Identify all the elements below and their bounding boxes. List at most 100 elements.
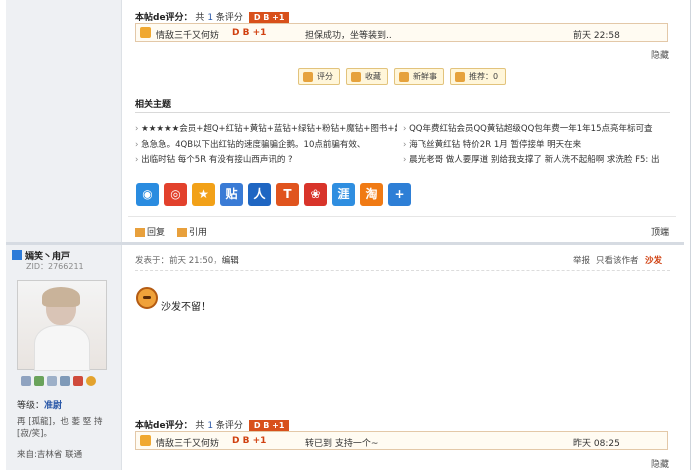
post-content: 沙发不留！ — [161, 302, 211, 313]
rater-comment: 转已到 支持一个~ — [305, 439, 379, 449]
meta-separator: ， — [213, 256, 222, 266]
collect-label: 收藏 — [365, 72, 381, 81]
user-zid: ZID：2766211 — [26, 262, 84, 271]
thumb-icon — [303, 72, 313, 82]
douban-glyph: ❀ — [310, 187, 321, 201]
renren-glyph: 人 — [253, 187, 266, 201]
weibo-share-icon[interactable]: ◎ — [164, 183, 187, 206]
rater-time: 前天 22:58 — [573, 31, 620, 41]
weibo-glyph: ◎ — [170, 187, 181, 201]
only-author-link[interactable]: 只看该作者 — [596, 254, 639, 266]
report-link[interactable]: 举报 — [573, 254, 590, 266]
rating-label: 本帖de评分： — [135, 13, 193, 23]
level-label: 等级： — [17, 401, 45, 411]
user-level: 等级：准尉 — [17, 398, 62, 411]
rating-row-top: 情敌三千又何妨 D B +1 担保成功，坐等装到.. 前天 22:58 — [135, 23, 668, 42]
post-time: 发表于：前天 21:50 — [135, 256, 214, 266]
hide-rating-link[interactable]: 隐藏 — [651, 457, 669, 470]
rating-suffix: 条评分 — [215, 421, 243, 431]
qzone-glyph: ◉ — [142, 187, 153, 201]
related-link[interactable]: QQ年费红钻会员QQ黄钻超级QQ包年费一年1年15点亮年标可査 — [403, 122, 668, 134]
huijia-share-icon[interactable]: 涯 — [332, 183, 355, 206]
more-share-icon[interactable]: + — [388, 183, 411, 206]
douban-share-icon[interactable]: ❀ — [304, 183, 327, 206]
edit-link[interactable]: 编辑 — [222, 256, 239, 266]
kaixin-glyph: T — [283, 187, 292, 201]
tieba-glyph: 贴 — [225, 187, 238, 201]
add-friend-icon[interactable] — [34, 376, 44, 386]
rate-button[interactable]: 评分 — [298, 68, 340, 85]
rating-summary-top: 本帖de评分： 共 1 条评分 D B +1 — [135, 10, 290, 23]
quote-icon — [177, 228, 187, 237]
news-label: 新鲜事 — [413, 72, 437, 81]
db-badge: D B +1 — [248, 12, 290, 23]
rating-count[interactable]: 1 — [207, 421, 213, 431]
huijia-glyph: 涯 — [337, 187, 350, 201]
reply-icon — [135, 228, 145, 237]
scrollbar-line — [690, 0, 691, 470]
scroll-track[interactable] — [684, 0, 700, 470]
related-link[interactable]: 出临时钻 每个5R 有没有接山西声讯的 ? — [135, 153, 397, 165]
floor-label: 沙发 — [645, 256, 663, 266]
reply-button[interactable]: 回复 — [135, 225, 165, 238]
tieba-share-icon[interactable]: 贴 — [220, 183, 243, 206]
rating-suffix: 条评分 — [215, 13, 243, 23]
rater-score: D B +1 — [232, 436, 267, 446]
related-link[interactable]: ★★★★★会员+超Q+红钻+黄钻+蓝钻+绿钻+粉钻+魔钻+图书+超 — [135, 122, 397, 134]
kaixin-share-icon[interactable]: T — [276, 183, 299, 206]
rater-avatar-icon — [140, 435, 151, 446]
rater-name[interactable]: 情敌三千又何妨 — [156, 436, 219, 449]
user-status-icon — [12, 250, 22, 260]
emoticon-icon — [136, 287, 158, 309]
taobao-glyph: 淘 — [365, 187, 378, 201]
level-value[interactable]: 准尉 — [44, 401, 62, 411]
back-to-top-link[interactable]: 顶端 — [651, 225, 669, 238]
qzone-share-icon[interactable]: ◉ — [136, 183, 159, 206]
avatar[interactable] — [17, 280, 107, 371]
quote-label: 引用 — [189, 228, 208, 238]
blocks-icon[interactable] — [73, 376, 83, 386]
rater-time: 昨天 08:25 — [573, 439, 620, 449]
recommend-button[interactable]: 推荐：0 — [450, 68, 506, 85]
related-link[interactable]: 急急急。4QB以下出红钻的速度骗骗企鹅。10点前骗有效、 — [135, 138, 397, 150]
recommend-icon — [455, 72, 465, 82]
favorite-glyph: ★ — [198, 187, 209, 201]
related-link[interactable]: 晨光老哥 做人要厚道 别给我支撑了 新人洗不起船啊 求洗脸 F5: 出 — [403, 153, 668, 165]
rater-comment: 担保成功，坐等装到.. — [305, 31, 392, 41]
user-signature: 再 [孤龍]，也 萎 堅 持 [寂/笑]。 — [17, 417, 103, 439]
rater-score: D B +1 — [232, 28, 267, 38]
rater-avatar-icon — [140, 27, 151, 38]
rating-count[interactable]: 1 — [207, 13, 213, 23]
post-meta: 发表于：前天 21:50，编辑 — [135, 254, 239, 266]
rating-prefix: 共 — [195, 13, 205, 23]
taobao-share-icon[interactable]: 淘 — [360, 183, 383, 206]
meta-divider — [135, 270, 670, 271]
related-divider — [135, 112, 670, 113]
rater-name[interactable]: 情敌三千又何妨 — [156, 28, 219, 41]
qq-icon[interactable] — [86, 376, 96, 386]
quote-button[interactable]: 引用 — [177, 225, 207, 238]
favorite-share-icon[interactable]: ★ — [192, 183, 215, 206]
recommend-label: 推荐：0 — [469, 72, 499, 81]
mail-icon[interactable] — [21, 376, 31, 386]
rating-prefix: 共 — [195, 421, 205, 431]
hide-rating-link[interactable]: 隐藏 — [651, 48, 669, 61]
news-button[interactable]: 新鲜事 — [394, 68, 444, 85]
search-icon[interactable] — [60, 376, 70, 386]
rate-label: 评分 — [317, 72, 333, 81]
related-title: 相关主题 — [135, 100, 172, 110]
reply-label: 回复 — [147, 228, 166, 238]
more-glyph: + — [394, 187, 405, 201]
rating-row-bottom: 情敌三千又何妨 D B +1 转已到 支持一个~ 昨天 08:25 — [135, 431, 668, 450]
avatar-hair — [42, 287, 80, 307]
rating-summary-bottom: 本帖de评分： 共 1 条评分 D B +1 — [135, 418, 290, 431]
user-location: 来自:吉林省 联通 — [17, 450, 83, 460]
related-link[interactable]: 海飞丝黄红钻 特价2R 1月 暂停接单 明天在来 — [403, 138, 668, 150]
avatar-body — [34, 325, 90, 371]
rating-label: 本帖de评分： — [135, 421, 193, 431]
news-icon — [399, 72, 409, 82]
profile-icon[interactable] — [47, 376, 57, 386]
renren-share-icon[interactable]: 人 — [248, 183, 271, 206]
db-badge: D B +1 — [248, 420, 290, 431]
collect-button[interactable]: 收藏 — [346, 68, 388, 85]
